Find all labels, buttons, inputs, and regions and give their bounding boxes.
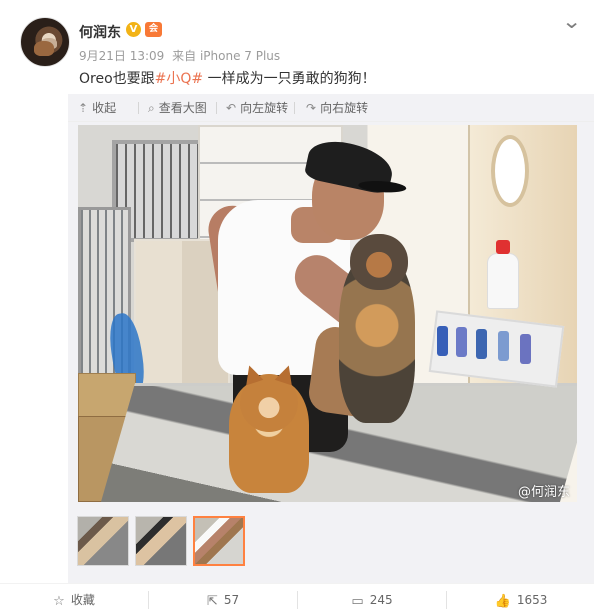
collapse-icon: ⇡ — [78, 101, 89, 115]
collapse-button[interactable]: ⇡ 收起 — [78, 94, 116, 122]
rotate-right-label: 向右旋转 — [320, 101, 369, 115]
yorkie-dog — [339, 234, 415, 423]
verified-badge-icon[interactable]: V — [126, 22, 141, 37]
toolbar-divider — [138, 102, 139, 114]
member-badge-icon[interactable]: 会 — [145, 22, 162, 37]
like-button[interactable]: 👍 1653 — [447, 584, 594, 615]
comment-icon: ▭ — [351, 594, 364, 609]
post-source[interactable]: 来自 iPhone 7 Plus — [172, 49, 280, 63]
thumbnail-1[interactable] — [77, 516, 129, 566]
search-icon: ⌕ — [148, 101, 155, 115]
spray-bottle — [487, 240, 519, 309]
medicine-bottle — [520, 334, 531, 364]
thumbnail-2[interactable] — [135, 516, 187, 566]
rotate-right-button[interactable]: ↷ 向右旋转 — [306, 94, 368, 122]
post-header: 何润东 V 会 9月21日 13:09 来自 iPhone 7 Plus ⌄ O… — [0, 0, 594, 94]
door-window — [491, 135, 529, 207]
view-large-label: 查看大图 — [158, 101, 207, 115]
topic-link[interactable]: #小Q# — [155, 71, 203, 87]
shiba-puppy-head — [240, 374, 298, 432]
post-time[interactable]: 9月21日 13:09 — [79, 49, 164, 63]
post-photo[interactable]: @何润东 — [78, 125, 577, 502]
rotate-left-button[interactable]: ↶ 向左旋转 — [226, 94, 288, 122]
post-meta: 9月21日 13:09 来自 iPhone 7 Plus — [79, 47, 284, 64]
medicine-bottle — [437, 326, 448, 356]
share-icon: ⇱ — [206, 594, 218, 609]
medicine-bottle — [456, 327, 467, 357]
thumbnail-strip — [77, 516, 257, 566]
medicine-bottle — [476, 329, 487, 359]
medicine-bottle — [498, 331, 509, 361]
post-actions: ☆ 收藏 ⇱ 57 ▭ 245 👍 1653 — [0, 583, 594, 615]
favorite-label: 收藏 — [70, 593, 95, 607]
chevron-down-icon[interactable]: ⌄ — [562, 11, 582, 31]
post-text-after: 一样成为一只勇敢的狗狗！ — [203, 71, 376, 87]
favorite-button[interactable]: ☆ 收藏 — [0, 584, 148, 615]
photo-watermark: @何润东 — [518, 485, 571, 500]
star-icon: ☆ — [53, 594, 65, 609]
rotate-left-label: 向左旋转 — [240, 101, 289, 115]
avatar[interactable] — [20, 17, 70, 67]
rotate-left-icon: ↶ — [226, 101, 237, 115]
toolbar-divider — [216, 102, 217, 114]
view-large-button[interactable]: ⌕ 查看大图 — [148, 94, 207, 122]
collapse-label: 收起 — [92, 101, 117, 115]
toolbar-divider — [294, 102, 295, 114]
post-text-before: Oreo也要跟 — [79, 71, 155, 87]
like-count: 1653 — [516, 593, 548, 607]
thumbnail-3-selected[interactable] — [193, 516, 245, 566]
media-toolbar: ⇡ 收起 ⌕ 查看大图 ↶ 向左旋转 ↷ 向右旋转 — [68, 94, 594, 122]
share-count: 57 — [223, 593, 240, 607]
thumbs-up-icon: 👍 — [494, 594, 511, 609]
comment-button[interactable]: ▭ 245 — [298, 584, 446, 615]
comment-count: 245 — [369, 593, 393, 607]
post-text: Oreo也要跟#小Q# 一样成为一只勇敢的狗狗！ — [79, 68, 376, 88]
media-viewer: ⇡ 收起 ⌕ 查看大图 ↶ 向左旋转 ↷ 向右旋转 @何润东 — [68, 94, 594, 583]
share-button[interactable]: ⇱ 57 — [149, 584, 297, 615]
rotate-right-icon: ↷ — [306, 101, 317, 115]
author-name[interactable]: 何润东 — [79, 22, 121, 42]
